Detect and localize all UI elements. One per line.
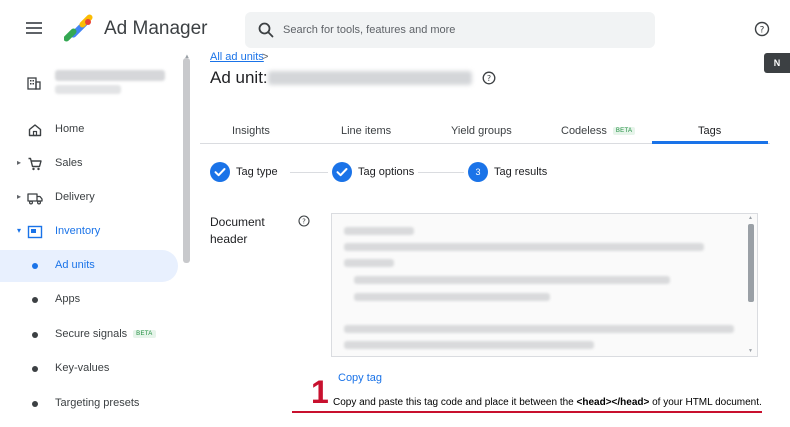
svg-text:?: ?	[760, 26, 765, 36]
beta-badge: BETA	[612, 127, 636, 136]
inventory-icon	[27, 225, 43, 239]
cart-icon	[28, 157, 42, 171]
sidebar-item-inventory[interactable]: ▾ Inventory	[0, 216, 180, 248]
copy-tag-link[interactable]: Copy tag	[338, 372, 382, 384]
network-name-redacted	[55, 70, 165, 81]
sidebar-item-label: Key-values	[55, 362, 110, 374]
sidebar-item-label: Targeting presets	[55, 397, 140, 409]
help-icon[interactable]: ?	[482, 71, 496, 85]
sidebar-scrollbar[interactable]	[183, 58, 190, 263]
truck-icon	[27, 193, 43, 205]
check-circle-icon	[332, 162, 352, 182]
tab-line-items[interactable]: Line items	[341, 125, 391, 137]
search-icon	[258, 22, 274, 38]
network-selector[interactable]	[27, 68, 187, 102]
check-circle-icon	[210, 162, 230, 182]
breadcrumb-separator: >	[262, 51, 269, 63]
instruction-text-after: of your HTML document.	[649, 397, 762, 408]
annotation-underline	[292, 411, 762, 413]
code-line-redacted	[344, 259, 394, 267]
code-line-redacted	[354, 276, 670, 284]
search-bar[interactable]	[245, 12, 655, 48]
ad-unit-name-redacted	[268, 71, 472, 85]
step-number-badge: 3	[468, 162, 488, 182]
code-scrollbar[interactable]	[748, 224, 754, 302]
step-tag-results: Tag results	[494, 166, 548, 178]
tab-yield-groups[interactable]: Yield groups	[451, 125, 512, 137]
code-line-redacted	[344, 243, 704, 251]
sidebar-item-label: Sales	[55, 157, 83, 169]
code-line-redacted	[344, 341, 594, 349]
top-bar: Ad Manager ? N	[0, 0, 790, 73]
ad-manager-logo-icon	[64, 14, 93, 42]
svg-text:?: ?	[487, 74, 491, 83]
step-connector	[418, 172, 464, 173]
tab-tags[interactable]: Tags	[698, 125, 721, 137]
building-icon	[27, 77, 41, 90]
tag-code-textarea[interactable]: ▲ ▼	[331, 213, 758, 357]
scroll-down-arrow-icon[interactable]: ▼	[748, 348, 753, 354]
caret-down-icon: ▾	[17, 226, 22, 235]
help-icon[interactable]: ?	[298, 215, 310, 227]
stepper: Tag type Tag options 3 Tag results	[210, 162, 770, 184]
sidebar-item-key-values[interactable]: Key-values	[0, 353, 178, 385]
caret-right-icon: ▸	[17, 192, 22, 201]
active-tab-indicator	[652, 141, 768, 144]
bullet-icon	[32, 366, 38, 372]
annotation-instruction: Copy and paste this tag code and place i…	[333, 397, 762, 408]
code-line-redacted	[344, 325, 734, 333]
bullet-icon	[32, 401, 38, 407]
secure-signals-label: Secure signals	[55, 328, 128, 340]
sidebar-item-targeting-presets[interactable]: Targeting presets	[0, 388, 178, 420]
document-header-label: Document header	[210, 215, 265, 246]
sidebar-item-label: Ad units	[55, 259, 95, 271]
code-line-redacted	[354, 293, 550, 301]
help-icon[interactable]: ?	[754, 21, 770, 37]
sidebar-item-sales[interactable]: ▸ Sales	[0, 148, 180, 180]
scroll-up-arrow-icon[interactable]: ▲	[748, 215, 753, 221]
sidebar-item-home[interactable]: Home	[0, 114, 180, 146]
search-input[interactable]	[283, 12, 643, 48]
annotation-number: 1	[311, 374, 329, 410]
sidebar-item-ad-units[interactable]: Ad units	[0, 250, 178, 282]
caret-right-icon: ▸	[17, 158, 22, 167]
page-title: Ad unit:	[210, 68, 268, 87]
app-name: Ad Manager	[104, 18, 208, 39]
bullet-icon	[32, 297, 38, 303]
sidebar-item-label: Inventory	[55, 225, 101, 237]
sidebar-item-delivery[interactable]: ▸ Delivery	[0, 182, 180, 214]
network-id-redacted	[55, 85, 121, 94]
edge-panel-tab[interactable]: N	[764, 53, 790, 73]
sidebar-item-label: Delivery	[55, 191, 95, 203]
instruction-text-before: Copy and paste this tag code and place i…	[333, 397, 577, 408]
step-tag-options: Tag options	[358, 166, 415, 178]
menu-icon[interactable]	[26, 22, 42, 34]
tab-codeless[interactable]: Codeless BETA	[561, 125, 636, 137]
sidebar-item-label: Apps	[55, 293, 81, 305]
svg-text:?: ?	[302, 218, 306, 226]
tab-insights[interactable]: Insights	[232, 125, 270, 137]
sidebar-item-secure-signals[interactable]: Secure signals BETA	[0, 319, 178, 351]
sidebar: ▲ Home ▸ Sales ▸ Delivery ▾ Inventory Ad…	[0, 54, 192, 427]
breadcrumb-all-ad-units[interactable]: All ad units	[210, 51, 264, 63]
bullet-icon	[32, 332, 38, 338]
tab-codeless-label: Codeless	[561, 125, 607, 137]
step-tag-type: Tag type	[236, 166, 278, 178]
step-connector	[290, 172, 328, 173]
bullet-icon	[32, 263, 38, 269]
instruction-head-tag: <head></head>	[576, 397, 650, 408]
sidebar-item-label: Home	[55, 123, 85, 135]
sidebar-item-apps[interactable]: Apps	[0, 284, 178, 316]
beta-badge: BETA	[133, 330, 156, 339]
code-line-redacted	[344, 227, 414, 235]
home-icon	[28, 124, 42, 137]
sidebar-item-label: Secure signals BETA	[55, 328, 156, 340]
tab-bar: Insights Line items Yield groups Codeles…	[200, 118, 770, 144]
